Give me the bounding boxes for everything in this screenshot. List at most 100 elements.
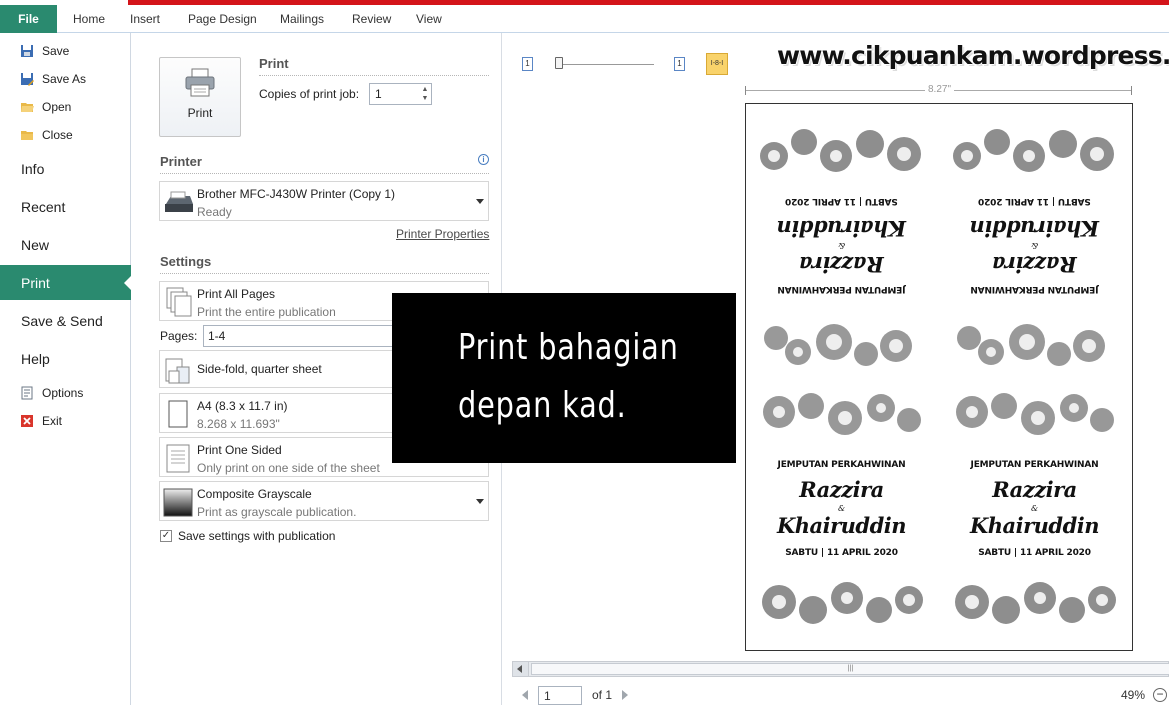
zoom-out-icon[interactable]: − bbox=[1153, 688, 1167, 702]
flower-decoration-icon bbox=[956, 393, 1114, 435]
card-name-2: Khairuddin bbox=[776, 513, 907, 538]
divider bbox=[259, 75, 489, 76]
paper-size-label: A4 (8.3 x 11.7 in) bbox=[197, 399, 288, 413]
checkmark-icon[interactable]: ✓ bbox=[160, 530, 172, 542]
publisher-backstage-print: File Home Insert Page Design Mailings Re… bbox=[0, 0, 1169, 705]
scroll-left-icon[interactable] bbox=[513, 662, 529, 676]
flower-decoration-icon bbox=[764, 324, 912, 366]
spin-arrows-icon[interactable]: ▲ ▼ bbox=[420, 85, 430, 103]
card-date: SABTU | 11 APRIL 2020 bbox=[785, 196, 898, 206]
card-name-1: Razzira bbox=[992, 477, 1077, 502]
page-number-input[interactable]: 1 bbox=[538, 685, 582, 705]
tab-review[interactable]: Review bbox=[352, 12, 391, 26]
card-date: SABTU | 11 APRIL 2020 bbox=[785, 548, 898, 558]
nav-new[interactable]: New bbox=[21, 237, 49, 253]
nav-print[interactable]: Print bbox=[0, 265, 132, 300]
invitation-card-flipped: JEMPUTAN PERKAHWINAN Razzira & Khairuddi… bbox=[942, 108, 1127, 376]
nav-options-label: Options bbox=[42, 386, 84, 400]
nav-info[interactable]: Info bbox=[21, 161, 44, 177]
backstage-nav: Save Save As Open Close Info Recent New … bbox=[0, 33, 132, 705]
save-icon bbox=[20, 44, 34, 58]
ribbon-tab-bar: File Home Insert Page Design Mailings Re… bbox=[0, 0, 1169, 33]
scroll-thumb[interactable]: ||| bbox=[531, 663, 1169, 675]
nav-exit-label: Exit bbox=[42, 414, 63, 428]
card-ampersand: & bbox=[1030, 241, 1039, 250]
printer-dropdown[interactable]: Brother MFC-J430W Printer (Copy 1) Ready bbox=[159, 181, 489, 221]
horizontal-scrollbar[interactable]: ||| bbox=[512, 661, 1169, 677]
card-date: SABTU | 11 APRIL 2020 bbox=[978, 196, 1091, 206]
card-name-1: Razzira bbox=[799, 252, 884, 277]
annotation-callout: Print bahagian depan kad. bbox=[392, 293, 736, 463]
zoom-slider-track[interactable] bbox=[559, 64, 654, 65]
nav-save-send[interactable]: Save & Send bbox=[21, 313, 103, 329]
pages-input[interactable]: 1-4 bbox=[203, 325, 403, 347]
tab-insert[interactable]: Insert bbox=[130, 12, 160, 26]
save-as-icon bbox=[20, 72, 34, 86]
print-range-label: Print All Pages bbox=[197, 287, 276, 301]
save-settings-label: Save settings with publication bbox=[178, 529, 336, 543]
nav-save-as-label: Save As bbox=[42, 72, 87, 86]
copies-value: 1 bbox=[375, 87, 382, 101]
nav-exit[interactable]: Exit bbox=[20, 414, 62, 428]
invitation-card-flipped: JEMPUTAN PERKAHWINAN Razzira & Khairuddi… bbox=[749, 108, 934, 376]
close-folder-icon bbox=[20, 128, 34, 142]
divider bbox=[160, 173, 489, 174]
save-settings-checkbox[interactable]: ✓ Save settings with publication bbox=[160, 529, 335, 543]
color-dropdown[interactable]: Composite Grayscale Print as grayscale p… bbox=[159, 481, 489, 521]
single-page-icon[interactable]: 1 bbox=[522, 57, 533, 71]
printer-properties-link[interactable]: Printer Properties bbox=[396, 227, 489, 241]
card-heading: JEMPUTAN PERKAHWINAN bbox=[777, 460, 906, 470]
tab-home[interactable]: Home bbox=[73, 12, 105, 26]
divider bbox=[160, 273, 489, 274]
grayscale-icon bbox=[163, 486, 193, 518]
card-heading: JEMPUTAN PERKAHWINAN bbox=[970, 460, 1099, 470]
pages-label: Pages: bbox=[160, 329, 198, 343]
page-count: of 1 bbox=[592, 688, 613, 702]
color-desc: Print as grayscale publication. bbox=[197, 505, 357, 519]
nav-recent[interactable]: Recent bbox=[21, 199, 65, 215]
card-name-1: Razzira bbox=[799, 477, 884, 502]
tab-mailings[interactable]: Mailings bbox=[280, 12, 324, 26]
tab-page-design[interactable]: Page Design bbox=[188, 12, 257, 26]
flower-decoration-icon bbox=[953, 129, 1114, 172]
flower-decoration-icon bbox=[955, 582, 1116, 624]
nav-options[interactable]: Options bbox=[20, 386, 83, 400]
nav-open[interactable]: Open bbox=[20, 100, 71, 114]
printer-device-icon bbox=[163, 186, 193, 218]
sides-desc: Only print on one side of the sheet bbox=[197, 461, 380, 475]
nav-close[interactable]: Close bbox=[20, 128, 73, 142]
one-sided-icon bbox=[163, 442, 193, 474]
fit-page-icon[interactable]: 1 bbox=[674, 57, 685, 71]
next-page-icon[interactable] bbox=[622, 690, 629, 700]
layout-label: Side-fold, quarter sheet bbox=[197, 362, 322, 376]
card-heading: JEMPUTAN PERKAHWINAN bbox=[777, 284, 906, 294]
card-date: SABTU | 11 APRIL 2020 bbox=[978, 548, 1091, 558]
print-range-desc: Print the entire publication bbox=[197, 305, 336, 319]
flower-decoration-icon bbox=[957, 324, 1105, 366]
copies-stepper[interactable]: 1 ▲ ▼ bbox=[369, 83, 432, 105]
settings-heading: Settings bbox=[160, 254, 212, 269]
multiple-sheets-icon[interactable]: I-8-I bbox=[706, 53, 728, 75]
paper-size-desc: 8.268 x 11.693" bbox=[197, 417, 280, 431]
print-button[interactable]: Print bbox=[159, 57, 241, 137]
card-name-2: Khairuddin bbox=[776, 216, 907, 241]
flower-decoration-icon bbox=[763, 393, 921, 435]
tab-view[interactable]: View bbox=[416, 12, 442, 26]
card-ampersand: & bbox=[837, 241, 846, 250]
printer-status: Ready bbox=[197, 205, 232, 219]
sides-label: Print One Sided bbox=[197, 443, 282, 457]
nav-close-label: Close bbox=[42, 128, 73, 142]
card-name-2: Khairuddin bbox=[969, 513, 1100, 538]
info-icon[interactable]: i bbox=[478, 154, 489, 165]
tab-file[interactable]: File bbox=[0, 5, 57, 33]
preview-page: JEMPUTAN PERKAHWINAN Razzira & Khairuddi… bbox=[745, 103, 1133, 651]
copies-label: Copies of print job: bbox=[259, 87, 360, 101]
zoom-slider-thumb[interactable] bbox=[555, 57, 563, 69]
exit-icon bbox=[20, 414, 34, 428]
nav-help[interactable]: Help bbox=[21, 351, 50, 367]
watermark-url: www.cikpuankam.wordpress.com bbox=[777, 41, 1169, 70]
previous-page-icon[interactable] bbox=[522, 690, 528, 700]
page-navigator: 1 of 1 bbox=[522, 685, 629, 705]
nav-save[interactable]: Save bbox=[20, 44, 69, 58]
nav-save-as[interactable]: Save As bbox=[20, 72, 86, 86]
